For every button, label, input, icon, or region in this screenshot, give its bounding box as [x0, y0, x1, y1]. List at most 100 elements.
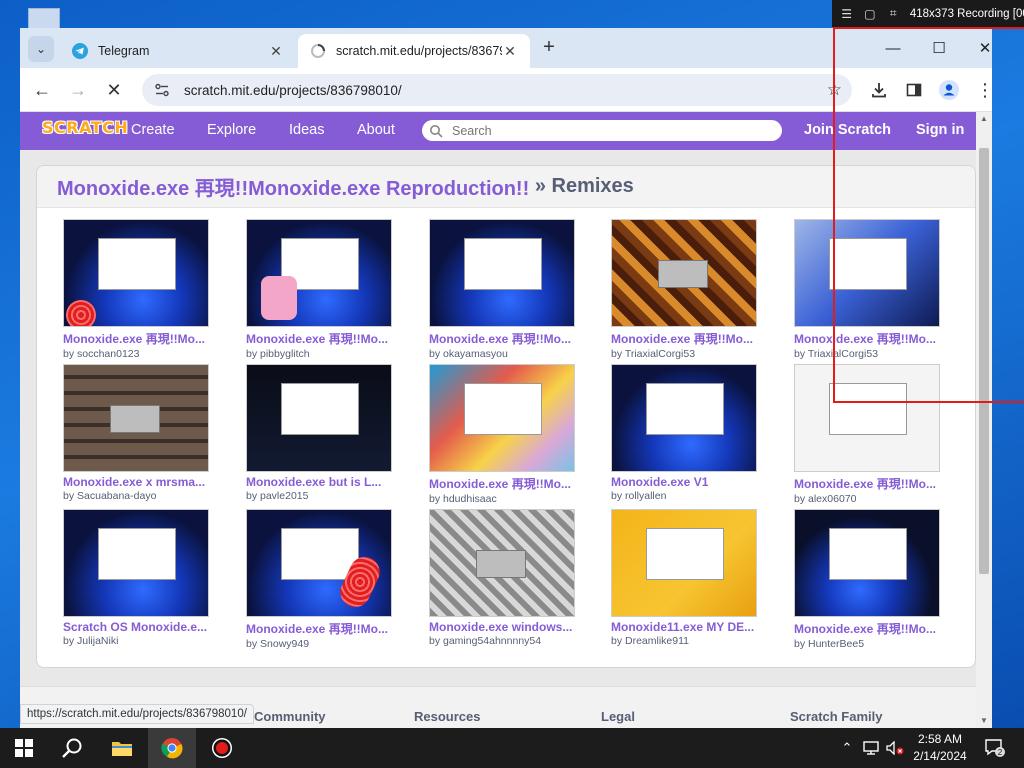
join-scratch-link[interactable]: Join Scratch [804, 122, 891, 138]
stop-loading-button[interactable]: ✕ [101, 77, 127, 103]
remix-card[interactable]: Monoxide.exe 再現!!Mo... by TriaxialCorgi53 [794, 219, 940, 360]
remix-author[interactable]: by TriaxialCorgi53 [611, 348, 757, 360]
remix-card[interactable]: Monoxide.exe 再現!!Mo... by okayamasyou [429, 219, 575, 360]
close-window-button[interactable]: ✕ [962, 28, 992, 68]
remix-author[interactable]: by socchan0123 [63, 348, 209, 360]
remix-card[interactable]: Monoxide.exe 再現!!Mo... by Snowy949 [246, 509, 392, 650]
show-hidden-icons-button[interactable]: ⌃ [838, 728, 856, 768]
nav-create[interactable]: Create [131, 122, 175, 138]
remix-author[interactable]: by HunterBee5 [794, 638, 940, 650]
scroll-down-icon[interactable]: ▼ [976, 714, 992, 728]
remix-title[interactable]: Monoxide.exe 再現!!Mo... [246, 330, 392, 347]
remix-thumbnail[interactable] [429, 364, 575, 472]
remix-card[interactable]: Monoxide11.exe MY DE... by Dreamlike911 [611, 509, 757, 647]
remix-thumbnail[interactable] [611, 364, 757, 472]
side-panel-button[interactable] [901, 77, 927, 103]
remix-title[interactable]: Monoxide11.exe MY DE... [611, 620, 757, 634]
tab-search-button[interactable]: ⌄ [28, 36, 54, 62]
file-explorer-button[interactable] [98, 728, 146, 768]
search-input[interactable] [452, 123, 752, 138]
remix-card[interactable]: Monoxide.exe 再現!!Mo... by hdudhisaac [429, 364, 575, 505]
profile-button[interactable] [936, 77, 962, 103]
remix-thumbnail[interactable] [246, 364, 392, 472]
remix-title[interactable]: Monoxide.exe V1 [611, 475, 757, 489]
nav-about[interactable]: About [357, 122, 395, 138]
remix-card[interactable]: Monoxide.exe but is L... by pavle2015 [246, 364, 392, 502]
remix-author[interactable]: by alex06070 [794, 493, 940, 505]
browser-menu-button[interactable]: ⋮ [972, 77, 992, 103]
forward-button[interactable]: → [65, 77, 91, 103]
remix-title[interactable]: Monoxide.exe 再現!!Mo... [429, 330, 575, 347]
site-info-icon[interactable] [152, 80, 172, 100]
recorder-app-button[interactable] [198, 728, 246, 768]
remix-thumbnail[interactable] [794, 364, 940, 472]
remix-title[interactable]: Monoxide.exe 再現!!Mo... [794, 620, 940, 637]
nav-explore[interactable]: Explore [207, 122, 256, 138]
remix-title[interactable]: Scratch OS Monoxide.e... [63, 620, 209, 634]
bookmark-star-icon[interactable]: ☆ [827, 80, 842, 100]
sign-in-link[interactable]: Sign in [916, 122, 964, 138]
remix-card[interactable]: Monoxide.exe windows... by gaming54ahnnnn… [429, 509, 575, 647]
new-tab-button[interactable]: + [538, 37, 560, 59]
remix-card[interactable]: Monoxide.exe V1 by rollyallen [611, 364, 757, 502]
remix-thumbnail[interactable] [246, 509, 392, 617]
capture-region-icon[interactable]: ⌗ [885, 6, 902, 21]
scratch-logo[interactable]: SCRATCH [36, 118, 134, 144]
volume-muted-icon[interactable] [884, 728, 906, 768]
remix-thumbnail[interactable] [429, 219, 575, 327]
search-button[interactable] [48, 728, 96, 768]
remix-title[interactable]: Monoxide.exe windows... [429, 620, 575, 634]
notification-center-button[interactable]: 2 [980, 728, 1010, 768]
remix-thumbnail[interactable] [63, 509, 209, 617]
remix-author[interactable]: by Sacuabana-dayo [63, 490, 209, 502]
remix-title[interactable]: Monoxide.exe 再現!!Mo... [246, 620, 392, 637]
menu-icon[interactable]: ☰ [838, 7, 855, 21]
nav-ideas[interactable]: Ideas [289, 122, 324, 138]
remix-author[interactable]: by Snowy949 [246, 638, 392, 650]
chrome-button[interactable] [148, 728, 196, 768]
remix-card[interactable]: Monoxide.exe 再現!!Mo... by socchan0123 [63, 219, 209, 360]
remix-card[interactable]: Monoxide.exe x mrsma... by Sacuabana-dayo [63, 364, 209, 502]
start-button[interactable] [0, 728, 48, 768]
remix-author[interactable]: by JulijaNiki [63, 635, 209, 647]
remix-author[interactable]: by gaming54ahnnnny54 [429, 635, 575, 647]
page-scrollbar[interactable]: ▲ ▼ [976, 112, 992, 728]
remix-author[interactable]: by rollyallen [611, 490, 757, 502]
close-tab-icon[interactable]: ✕ [268, 43, 284, 60]
address-bar[interactable]: scratch.mit.edu/projects/836798010/ ☆ [142, 74, 852, 106]
remix-title[interactable]: Monoxide.exe 再現!!Mo... [794, 475, 940, 492]
network-icon[interactable] [860, 728, 882, 768]
remix-title[interactable]: Monoxide.exe 再現!!Mo... [611, 330, 757, 347]
project-title-link[interactable]: Monoxide.exe 再現!!Monoxide.exe Reproducti… [57, 172, 529, 201]
stop-square-icon[interactable]: ▢ [861, 7, 878, 21]
remix-card[interactable]: Monoxide.exe 再現!!Mo... by alex06070 [794, 364, 940, 505]
minimize-button[interactable]: — [870, 28, 916, 68]
remix-author[interactable]: by pavle2015 [246, 490, 392, 502]
system-clock[interactable]: 2:58 AM 2/14/2024 [906, 731, 974, 765]
remix-title[interactable]: Monoxide.exe x mrsma... [63, 475, 209, 489]
downloads-button[interactable] [866, 77, 892, 103]
scroll-up-icon[interactable]: ▲ [976, 112, 992, 126]
remix-author[interactable]: by okayamasyou [429, 348, 575, 360]
maximize-button[interactable]: ☐ [916, 28, 962, 68]
scroll-thumb[interactable] [979, 148, 989, 574]
remix-thumbnail[interactable] [611, 509, 757, 617]
remix-thumbnail[interactable] [794, 509, 940, 617]
remix-author[interactable]: by TriaxialCorgi53 [794, 348, 940, 360]
remix-author[interactable]: by pibbyglitch [246, 348, 392, 360]
tab-scratch[interactable]: scratch.mit.edu/projects/83679 ✕ [298, 34, 530, 68]
tab-telegram[interactable]: Telegram ✕ [60, 34, 296, 68]
desktop-shortcut-icon[interactable] [28, 8, 60, 30]
remix-thumbnail[interactable] [429, 509, 575, 617]
back-button[interactable]: ← [29, 77, 55, 103]
remix-thumbnail[interactable] [63, 364, 209, 472]
remix-card[interactable]: Monoxide.exe 再現!!Mo... by HunterBee5 [794, 509, 940, 650]
remix-thumbnail[interactable] [246, 219, 392, 327]
remix-card[interactable]: Scratch OS Monoxide.e... by JulijaNiki [63, 509, 209, 647]
remix-title[interactable]: Monoxide.exe 再現!!Mo... [429, 475, 575, 492]
remix-thumbnail[interactable] [611, 219, 757, 327]
remix-title[interactable]: Monoxide.exe 再現!!Mo... [794, 330, 940, 347]
remix-title[interactable]: Monoxide.exe 再現!!Mo... [63, 330, 209, 347]
remix-thumbnail[interactable] [63, 219, 209, 327]
remix-card[interactable]: Monoxide.exe 再現!!Mo... by TriaxialCorgi53 [611, 219, 757, 360]
